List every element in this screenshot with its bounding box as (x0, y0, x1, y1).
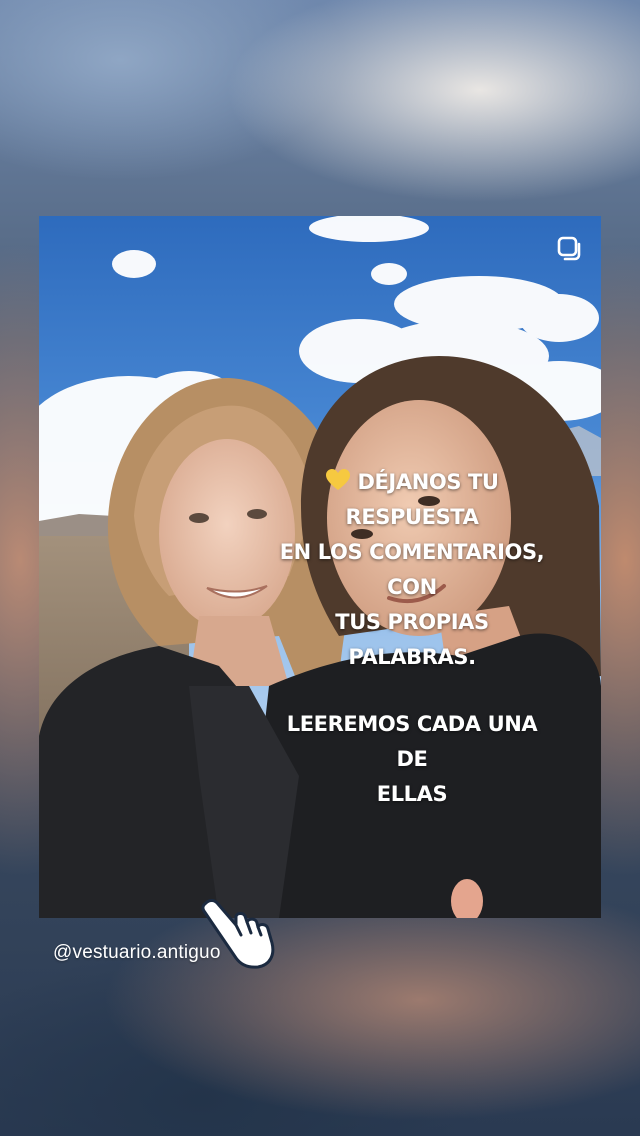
story-caption: DÉJANOS TU RESPUESTA EN LOS COMENTARIOS,… (272, 465, 552, 812)
caption-text-1: DÉJANOS TU RESPUESTA (345, 470, 499, 529)
caption-line-5: ELLAS (376, 782, 448, 806)
caption-line-4: LEEREMOS CADA UNA DE (286, 712, 538, 771)
caption-line-3: TUS PROPIAS PALABRAS. (335, 610, 489, 669)
caption-line-1: DÉJANOS TU RESPUESTA (272, 465, 552, 535)
caption-line-2: EN LOS COMENTARIOS, CON (279, 540, 545, 599)
tap-hand-icon (201, 899, 275, 969)
story-view[interactable]: DÉJANOS TU RESPUESTA EN LOS COMENTARIOS,… (0, 0, 640, 1136)
repost-square-icon[interactable] (557, 236, 583, 262)
yellow-heart-icon (326, 469, 351, 490)
